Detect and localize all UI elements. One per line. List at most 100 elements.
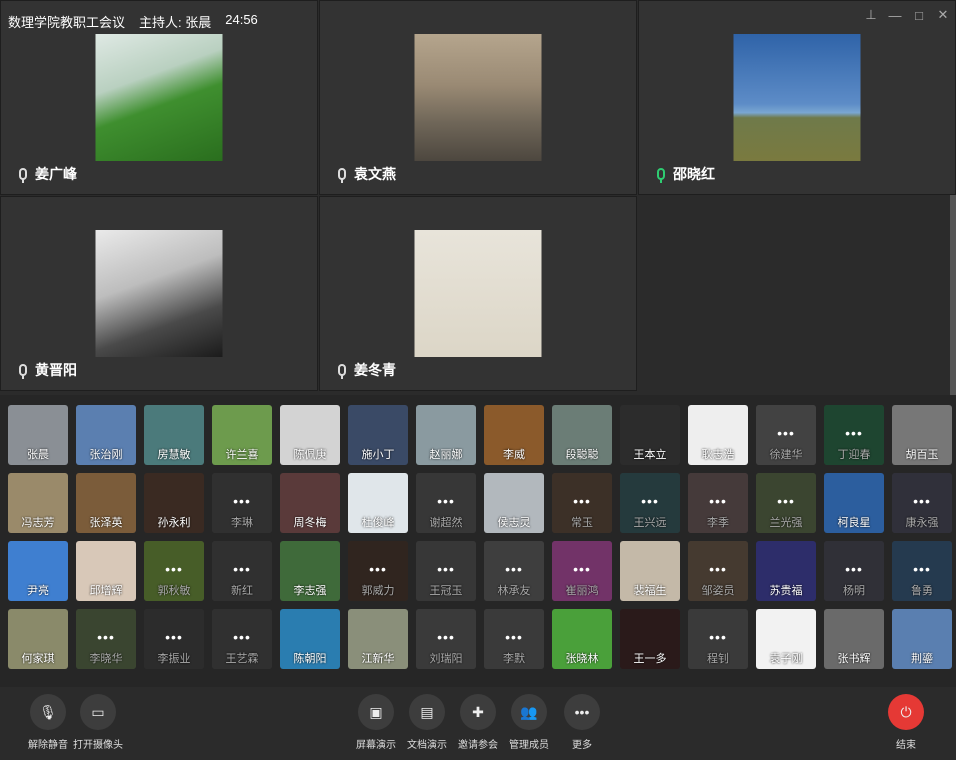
participant-tile[interactable]: 袁子刚 xyxy=(756,609,816,669)
participant-tile[interactable]: 段聪聪 xyxy=(552,405,612,465)
video-tile[interactable]: 姜冬青 xyxy=(319,196,637,391)
participant-tile[interactable]: ••• 李默 xyxy=(484,609,544,669)
no-video-indicator: ••• xyxy=(437,493,455,509)
participant-name: 王艺霖 xyxy=(225,653,259,665)
participant-tile[interactable]: 李威 xyxy=(484,405,544,465)
participant-tile[interactable]: 孙永利 xyxy=(144,473,204,533)
participant-tile[interactable]: 许兰喜 xyxy=(212,405,272,465)
participant-name: 赵丽娜 xyxy=(429,449,463,461)
participant-name: 邱增辉 xyxy=(89,585,123,597)
camera-off-icon: ▭ xyxy=(80,694,116,730)
camera-button[interactable]: ▭ 打开摄像头 xyxy=(73,694,123,751)
participant-tile[interactable]: ••• 常玉 xyxy=(552,473,612,533)
participant-name: 柯良星 xyxy=(837,517,871,529)
no-video-indicator: ••• xyxy=(437,561,455,577)
participant-tile[interactable]: ••• 新红 xyxy=(212,541,272,601)
pin-icon[interactable]: ⊥ xyxy=(864,7,878,22)
no-video-indicator: ••• xyxy=(165,629,183,645)
participant-tile[interactable]: 何家琪 xyxy=(8,609,68,669)
participant-tile[interactable]: 尹亮 xyxy=(8,541,68,601)
participant-tile[interactable]: 李志强 xyxy=(280,541,340,601)
participant-tile[interactable]: ••• 李季 xyxy=(688,473,748,533)
window-controls: ⊥ — □ ✕ xyxy=(864,7,950,23)
video-tile[interactable]: 袁文燕 xyxy=(319,0,637,195)
participant-tile[interactable]: 王本立 xyxy=(620,405,680,465)
participant-tile[interactable]: 张晓林 xyxy=(552,609,612,669)
minimize-icon[interactable]: — xyxy=(888,8,902,23)
manage-members-button[interactable]: 👥 管理成员 xyxy=(509,694,549,751)
maximize-icon[interactable]: □ xyxy=(912,8,926,23)
participant-name: 李琳 xyxy=(231,517,253,529)
participant-tile[interactable]: ••• 郭威力 xyxy=(348,541,408,601)
participant-tile[interactable]: ••• 刘瑞阳 xyxy=(416,609,476,669)
participant-name: 林承友 xyxy=(497,585,531,597)
participant-tile[interactable]: 杜俊峰 xyxy=(348,473,408,533)
end-meeting-button[interactable]: ⏻ 结束 xyxy=(888,694,924,751)
meeting-info: 数理学院教职工会议 主持人: 张晨 24:56 xyxy=(8,12,258,31)
participant-tile[interactable]: 荆鎏 xyxy=(892,609,952,669)
no-video-indicator: ••• xyxy=(777,425,795,441)
participant-tile[interactable]: ••• 崔丽鸿 xyxy=(552,541,612,601)
participant-tile[interactable]: ••• 李琳 xyxy=(212,473,272,533)
participant-name: 王一多 xyxy=(633,653,667,665)
participant-name: 尹亮 xyxy=(27,585,49,597)
participant-tile[interactable]: 张泽英 xyxy=(76,473,136,533)
video-image xyxy=(414,34,542,161)
participant-tile[interactable]: ••• 谢超然 xyxy=(416,473,476,533)
document-share-button[interactable]: ▤ 文档演示 xyxy=(407,694,447,751)
participant-name: 侯志灵 xyxy=(497,517,531,529)
participant-tile[interactable]: ••• 王兴远 xyxy=(620,473,680,533)
participant-tile[interactable]: ••• 郭秋敏 xyxy=(144,541,204,601)
participant-tile[interactable]: ••• 李晓华 xyxy=(76,609,136,669)
participant-tile[interactable]: ••• 林承友 xyxy=(484,541,544,601)
participant-tile[interactable]: 王一多 xyxy=(620,609,680,669)
participant-tile[interactable]: 耿志浩 xyxy=(688,405,748,465)
video-tile[interactable]: 黄晋阳 xyxy=(0,196,318,391)
no-video-indicator: ••• xyxy=(505,629,523,645)
mic-icon xyxy=(338,364,346,379)
participant-tile[interactable]: ••• 杨明 xyxy=(824,541,884,601)
participant-tile[interactable]: 柯良星 xyxy=(824,473,884,533)
participant-tile[interactable]: 施小丁 xyxy=(348,405,408,465)
invite-button[interactable]: ✚ 邀请参会 xyxy=(458,694,498,751)
participant-tile[interactable]: 冯志芳 xyxy=(8,473,68,533)
no-video-indicator: ••• xyxy=(913,561,931,577)
no-video-indicator: ••• xyxy=(573,561,591,577)
participant-tile[interactable]: 张晨 xyxy=(8,405,68,465)
screen-share-button[interactable]: ▣ 屏幕演示 xyxy=(356,694,396,751)
participant-tile[interactable]: ••• 康永强 xyxy=(892,473,952,533)
participant-tile[interactable]: 周冬梅 xyxy=(280,473,340,533)
close-icon[interactable]: ✕ xyxy=(936,7,950,22)
participant-name: 郭秋敏 xyxy=(157,585,191,597)
participant-tile[interactable]: 胡百玉 xyxy=(892,405,952,465)
participant-tile[interactable]: 裴福生 xyxy=(620,541,680,601)
participant-tile[interactable]: ••• 鲁勇 xyxy=(892,541,952,601)
participant-tile[interactable]: ••• 徐建华 xyxy=(756,405,816,465)
participant-tile[interactable]: 邱增辉 xyxy=(76,541,136,601)
participant-name: 胡百玉 xyxy=(905,449,939,461)
participant-name: 陈佩庚 xyxy=(293,449,327,461)
video-tile[interactable]: 邵晓红 xyxy=(638,0,956,195)
participant-tile[interactable]: 张治刚 xyxy=(76,405,136,465)
participant-tile[interactable]: ••• 丁迎春 xyxy=(824,405,884,465)
participant-tile[interactable]: 赵丽娜 xyxy=(416,405,476,465)
participant-tile[interactable]: ••• 程钊 xyxy=(688,609,748,669)
participant-tile[interactable]: ••• 王艺霖 xyxy=(212,609,272,669)
participant-tile[interactable]: 陈佩庚 xyxy=(280,405,340,465)
participant-tile[interactable]: 陈朝阳 xyxy=(280,609,340,669)
unmute-button[interactable]: 🎙 解除静音 xyxy=(28,694,68,751)
participant-tile[interactable]: 江新华 xyxy=(348,609,408,669)
participant-tile[interactable]: ••• 兰光强 xyxy=(756,473,816,533)
participant-tile[interactable]: ••• 王冠玉 xyxy=(416,541,476,601)
participant-tile[interactable]: 侯志灵 xyxy=(484,473,544,533)
participant-tile[interactable]: ••• 邹姿员 xyxy=(688,541,748,601)
participant-name: 张治刚 xyxy=(89,449,123,461)
participant-tile[interactable]: ••• 李振业 xyxy=(144,609,204,669)
participant-tile[interactable]: 张书辉 xyxy=(824,609,884,669)
participant-tile[interactable]: 房慧敏 xyxy=(144,405,204,465)
participant-name: 姜广峰 xyxy=(35,166,77,182)
document-share-label: 文档演示 xyxy=(407,740,447,751)
more-button[interactable]: ••• 更多 xyxy=(564,694,600,751)
participant-name: 鲁勇 xyxy=(911,585,933,597)
participant-tile[interactable]: 苏贵福 xyxy=(756,541,816,601)
